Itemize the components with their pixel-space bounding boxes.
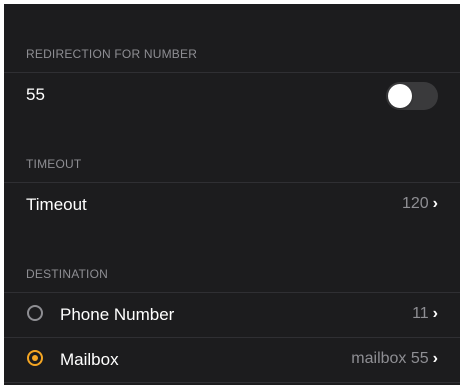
chevron-right-icon: › (432, 350, 438, 367)
chevron-right-icon: › (432, 195, 438, 212)
chevron-right-icon: › (432, 305, 438, 322)
radio-dot (32, 355, 38, 361)
timeout-value: 120 (401, 195, 429, 212)
phone-number-value-group: 11 › (412, 305, 438, 323)
mailbox-value: mailbox 55 (351, 350, 429, 367)
radio-unselected-icon[interactable] (27, 305, 43, 321)
destination-option-mailbox[interactable]: Mailbox mailbox 55 › (4, 337, 460, 383)
phone-number-label: Phone Number (60, 305, 175, 324)
timeout-row[interactable]: Timeout 120 › (4, 182, 460, 227)
mailbox-value-group: mailbox 55 › (351, 350, 438, 368)
toggle-knob (388, 84, 412, 108)
settings-panel: REDIRECTION FOR NUMBER 55 TIMEOUT Timeou… (4, 4, 460, 385)
phone-number-value: 11 (412, 305, 429, 322)
radio-selected-icon[interactable] (27, 350, 43, 366)
destination-option-phone-number[interactable]: Phone Number 11 › (4, 292, 460, 337)
redirection-toggle[interactable] (386, 82, 438, 110)
timeout-value-group: 120 › (402, 195, 438, 213)
timeout-label: Timeout (26, 195, 87, 214)
redirection-number-row[interactable]: 55 (4, 72, 460, 117)
mailbox-label: Mailbox (60, 350, 119, 369)
redirection-number-label: 55 (26, 85, 45, 104)
